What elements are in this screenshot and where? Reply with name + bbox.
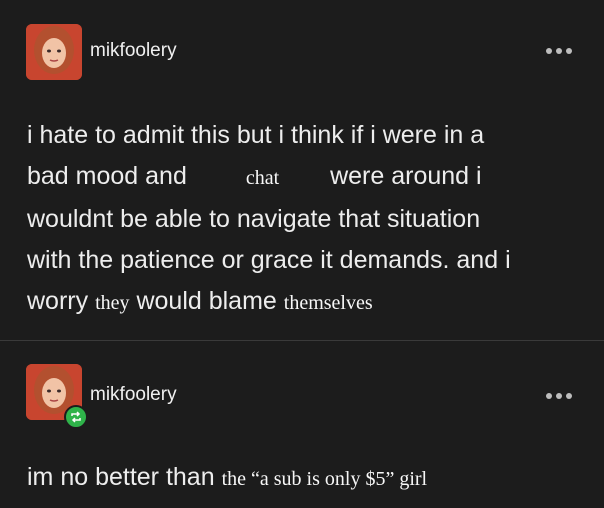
dot xyxy=(546,48,552,54)
post-line: wouldnt be able to navigate that situati… xyxy=(27,205,481,233)
dot xyxy=(566,48,572,54)
post-original: mikfoolery i hate to admit this but i th… xyxy=(0,0,604,340)
overlay-text: they xyxy=(95,292,130,314)
dot xyxy=(546,393,552,399)
text-segment: im no better than xyxy=(27,463,215,491)
text-segment: would blame xyxy=(136,287,277,315)
avatar[interactable] xyxy=(26,24,82,80)
dot xyxy=(556,393,562,399)
text-segment: bad mood and xyxy=(27,162,187,190)
overlay-text: the “a sub is only $5” girl xyxy=(221,468,428,490)
post-line: bad mood and chat were around i xyxy=(27,156,587,199)
overlay-text: themselves xyxy=(283,292,373,314)
post-line: with the patience or grace it demands. a… xyxy=(27,246,511,274)
post-body: im no better than the “a sub is only $5”… xyxy=(27,457,587,500)
avatar-portrait-icon xyxy=(26,24,82,80)
dot xyxy=(566,393,572,399)
username[interactable]: mikfoolery xyxy=(90,384,177,406)
reblog-icon xyxy=(64,405,88,429)
text-segment: worry xyxy=(27,287,89,315)
dot xyxy=(556,48,562,54)
post-line: im no better than the “a sub is only $5”… xyxy=(27,457,587,500)
post-reblog: mikfoolery im no better than the “a sub … xyxy=(0,340,604,508)
username[interactable]: mikfoolery xyxy=(90,40,177,62)
post-body: i hate to admit this but i think if i we… xyxy=(27,115,587,324)
text-segment: were around i xyxy=(330,162,482,190)
more-options-icon[interactable] xyxy=(546,46,576,56)
post-line: worry they would blame themselves xyxy=(27,281,587,324)
post-line: i hate to admit this but i think if i we… xyxy=(27,121,485,149)
more-options-icon[interactable] xyxy=(546,391,576,401)
overlay-text: chat xyxy=(245,167,280,189)
